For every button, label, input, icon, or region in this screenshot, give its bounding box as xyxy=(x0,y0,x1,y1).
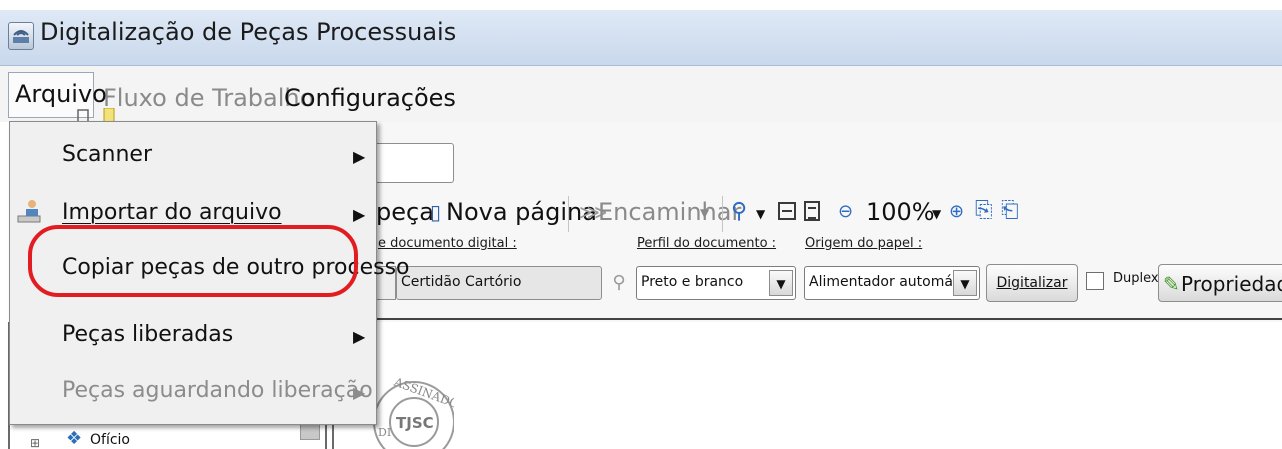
propriedades-label: Propriedade xyxy=(1181,272,1282,296)
submenu-arrow-icon: ▶ xyxy=(353,205,366,224)
import-icon xyxy=(17,200,41,223)
document-group-icon: ❖ xyxy=(66,428,83,449)
chevron-down-icon[interactable]: ▼ xyxy=(769,270,793,296)
duplex-checkbox[interactable] xyxy=(1086,272,1104,290)
origem-papel-value: Alimentador automático xyxy=(809,274,953,290)
toolbar-separator xyxy=(568,196,569,232)
viewer-top-border xyxy=(376,318,1282,320)
menu-item-label: Peças aguardando liberação xyxy=(62,378,373,403)
seal-text-left: DI xyxy=(378,426,391,439)
rotate-right-icon[interactable]: ⎗ xyxy=(1001,198,1019,223)
highlight-annotation xyxy=(28,225,358,297)
duplex-label: Duplex xyxy=(1113,271,1159,286)
tipo-documento-field[interactable]: Certidão Cartório xyxy=(396,266,602,300)
process-number-input[interactable] xyxy=(376,143,454,183)
menu-fluxo-de-trabalho[interactable]: Fluxo de Trabalho xyxy=(103,84,314,112)
perfil-documento-value: Preto e branco xyxy=(641,274,744,290)
tipo-documento-label: e documento digital : xyxy=(378,236,517,251)
tree-item-oficio[interactable]: Ofício xyxy=(90,432,130,448)
zoom-in-icon[interactable]: ⊕ xyxy=(949,201,964,222)
tjsc-seal-image: ASSINADO TJSC DI xyxy=(373,374,454,449)
fit-page-icon[interactable] xyxy=(804,201,820,221)
page-icon: ▯ xyxy=(430,200,442,224)
chevron-down-icon[interactable]: ▼ xyxy=(953,270,977,296)
toolbar-separator xyxy=(722,196,723,232)
perfil-documento-select[interactable]: Preto e branco ▼ xyxy=(636,266,796,300)
menu-item-label: Importar do arquivo xyxy=(62,200,282,225)
chevron-down-icon[interactable]: ▼ xyxy=(756,207,765,221)
perfil-documento-label: Perfil do documento : xyxy=(637,236,777,251)
menu-item-scanner[interactable]: Scanner ▶ xyxy=(10,132,376,182)
tree-expander-icon[interactable]: ⊞ xyxy=(30,436,40,449)
encaminhar-button[interactable]: Encaminhar xyxy=(598,198,741,226)
nova-peca-button[interactable]: peça xyxy=(376,198,434,226)
propriedades-button[interactable]: ✎ Propriedade xyxy=(1158,264,1282,302)
menu-arquivo-label: Arquivo xyxy=(15,80,107,108)
fit-width-icon[interactable] xyxy=(778,202,796,220)
menu-configuracoes[interactable]: Configurações xyxy=(284,84,456,112)
menu-item-pecas-liberadas[interactable]: Peças liberadas ▶ xyxy=(10,312,376,362)
digitalizar-button[interactable]: Digitalizar xyxy=(986,264,1078,302)
menu-item-label: Scanner xyxy=(62,142,153,167)
pencil-icon: ✎ xyxy=(1163,272,1180,296)
rotate-left-icon[interactable]: ⎘ xyxy=(975,198,993,223)
menu-item-label: Peças liberadas xyxy=(62,322,234,347)
submenu-arrow-icon: ▶ xyxy=(353,327,366,346)
magnifier-icon[interactable]: ⚲ xyxy=(731,199,747,224)
search-icon[interactable]: ⚲ xyxy=(605,264,633,302)
nova-pagina-button[interactable]: Nova página xyxy=(446,198,597,226)
chevron-down-icon[interactable]: ▼ xyxy=(700,206,709,220)
chevron-down-icon[interactable]: ▼ xyxy=(932,207,941,221)
menu-item-pecas-aguardando-liberacao: Peças aguardando liberação ▶ xyxy=(10,368,376,418)
origem-papel-select[interactable]: Alimentador automático ▼ xyxy=(804,266,980,300)
zoom-level-select[interactable]: 100% xyxy=(866,198,935,226)
submenu-arrow-icon: ▶ xyxy=(353,383,366,402)
seal-text-center: TJSC xyxy=(396,414,434,432)
window-title: Digitalização de Peças Processuais xyxy=(40,18,457,46)
submenu-arrow-icon: ▶ xyxy=(353,147,366,166)
zoom-out-icon[interactable]: ⊖ xyxy=(838,201,853,222)
seal-text-top: ASSINADO xyxy=(391,374,454,411)
origem-papel-label: Origem do papel : xyxy=(805,236,923,251)
scanner-app-icon xyxy=(8,22,34,50)
